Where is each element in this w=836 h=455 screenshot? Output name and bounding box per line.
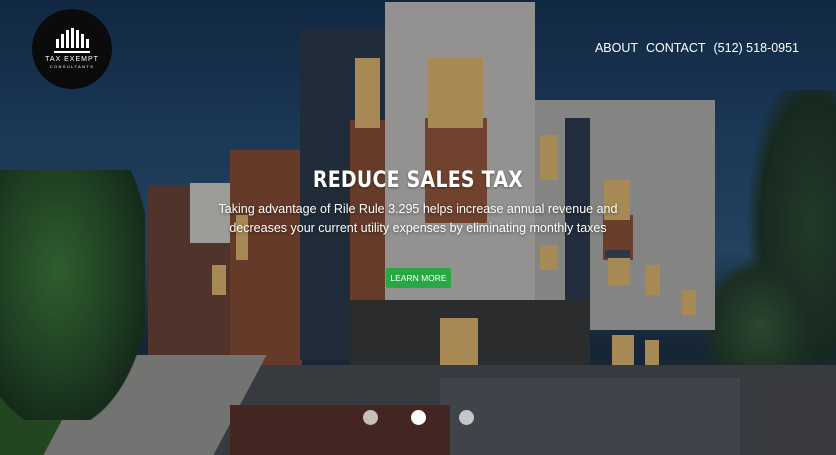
- site-logo[interactable]: TAX EXEMPT CONSULTANTS: [32, 9, 112, 89]
- main-nav: ABOUT CONTACT (512) 518-0951: [595, 41, 799, 55]
- logo-text-line2: CONSULTANTS: [49, 64, 95, 69]
- logo-text-line1: TAX EXEMPT: [45, 56, 99, 63]
- carousel-dot-2[interactable]: [411, 410, 426, 425]
- logo-underline: [54, 51, 90, 53]
- nav-about[interactable]: ABOUT: [595, 41, 638, 55]
- hero-banner: TAX EXEMPT CONSULTANTS ABOUT CONTACT (51…: [0, 0, 836, 455]
- carousel-dots: [363, 410, 474, 425]
- nav-contact[interactable]: CONTACT: [646, 41, 706, 55]
- carousel-dot-3[interactable]: [459, 410, 474, 425]
- building-logo-icon: [55, 28, 89, 48]
- nav-phone[interactable]: (512) 518-0951: [714, 41, 799, 55]
- hero-subtext: Taking advantage of Rile Rule 3.295 help…: [218, 202, 618, 235]
- carousel-dot-1[interactable]: [363, 410, 378, 425]
- learn-more-button[interactable]: LEARN MORE: [386, 268, 451, 288]
- hero-headline: REDUCE SALES TAX: [312, 168, 524, 193]
